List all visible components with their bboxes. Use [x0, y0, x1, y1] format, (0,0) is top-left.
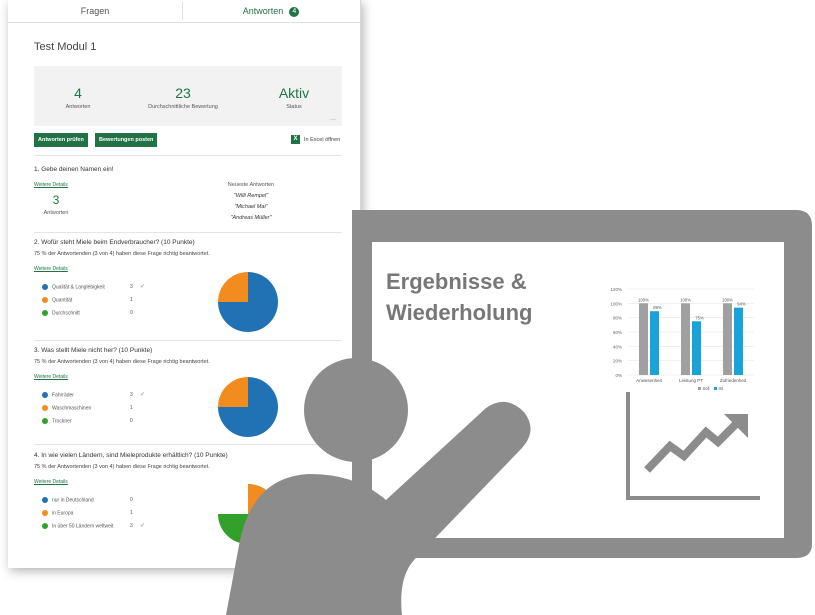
board-heading-line-1: Ergebnisse &	[386, 269, 527, 294]
bar-soll	[639, 303, 648, 375]
legend-swatch-soll	[698, 387, 701, 390]
board-heading: Ergebnisse & Wiederholung	[386, 266, 606, 328]
y-tick-label: 80%	[613, 316, 622, 321]
bar-data-label: 100%	[680, 297, 691, 302]
bar-soll	[723, 303, 732, 375]
bar-data-label: 100%	[722, 297, 733, 302]
y-tick-label: 100%	[610, 301, 622, 306]
bar-data-label: 100%	[638, 297, 649, 302]
x-tick-label: Leistung PT	[679, 378, 703, 383]
bar-data-label: 94%	[737, 302, 746, 307]
legend-label: Ist	[719, 386, 724, 391]
results-bar-chart: 0% 20% 40% 60% 80% 100% 120% 100% 89% Anwesenheit…	[610, 287, 754, 391]
bar-data-label: 89%	[653, 305, 662, 310]
y-tick-label: 120%	[610, 287, 622, 292]
bar-ist	[692, 321, 701, 375]
bar-ist	[734, 307, 743, 375]
legend-label: Soll	[703, 386, 710, 391]
x-tick-label: Zufriedenheit	[720, 378, 747, 383]
bar-data-label: 75%	[695, 315, 704, 320]
board-heading-line-2: Wiederholung	[386, 300, 533, 325]
bar-ist	[650, 311, 659, 375]
y-tick-label: 0%	[615, 373, 622, 378]
y-tick-label: 60%	[613, 330, 622, 335]
y-tick-label: 40%	[613, 344, 622, 349]
y-tick-label: 20%	[613, 359, 622, 364]
legend-swatch-ist	[714, 387, 717, 390]
x-tick-label: Anwesenheit	[636, 378, 663, 383]
bar-soll	[681, 303, 690, 375]
presenter-head	[304, 358, 408, 462]
